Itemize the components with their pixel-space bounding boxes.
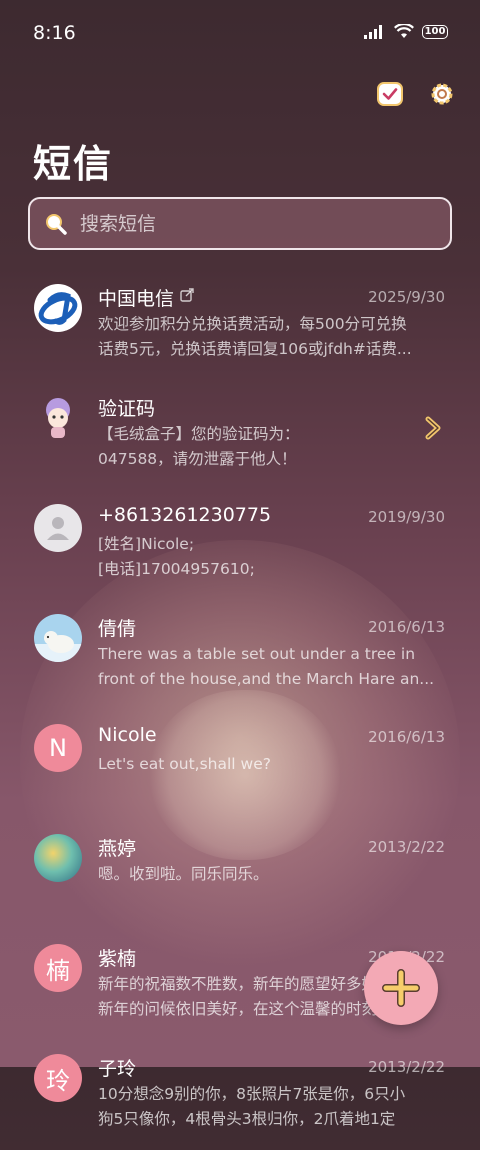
wifi-icon (394, 24, 414, 38)
conversation-name: Nicole (98, 724, 157, 746)
conversation-name: 紫楠 (98, 948, 137, 970)
top-actions (374, 78, 458, 110)
status-bar: 8:16 100 (0, 0, 480, 68)
conversation-name: 验证码 (98, 398, 156, 420)
page-title: 短信 (33, 142, 114, 186)
conversation-name: 倩倩 (98, 618, 137, 640)
settings-button[interactable] (426, 78, 458, 110)
conversation-name: +8613261230775 (98, 504, 272, 526)
conversation-item-yanting[interactable]: 燕婷 2013/2/22 嗯。收到啦。同乐同乐。 (0, 820, 480, 930)
conversation-name: 中国电信 (98, 284, 194, 311)
conversation-item-verification[interactable]: 验证码 【毛绒盒子】您的验证码为： 047588，请勿泄露于他人！ (0, 380, 480, 490)
person-icon (47, 517, 69, 540)
conversation-name: 燕婷 (98, 838, 137, 860)
conversation-snippet: Let's eat out,shall we? (98, 755, 271, 773)
conversation-snippet: 10分想念9别的你，8张照片7张是你，6只小 狗5只像你，4根骨头3根归你，2爪… (98, 1085, 406, 1128)
search-icon (46, 213, 67, 235)
conversation-item-china-telecom[interactable]: 中国电信 2025/9/30 欢迎参加积分兑换话费活动，每500分可兑换 话费5… (0, 270, 480, 380)
plus-icon (382, 969, 420, 1007)
china-telecom-logo (34, 284, 82, 332)
conversation-item-phone[interactable]: +8613261230775 2019/9/30 [姓名]Nicole; [电话… (0, 490, 480, 600)
conversation-date: 2025/9/30 (368, 288, 445, 306)
battery-level: 100 (424, 26, 446, 37)
new-message-button[interactable] (364, 951, 438, 1025)
status-time: 8:16 (33, 22, 76, 44)
conversation-snippet: 欢迎参加积分兑换话费活动，每500分可兑换 话费5元，兑换话费请回复106或jf… (98, 315, 412, 358)
conversation-date: 2013/2/22 (368, 838, 445, 856)
conversation-snippet: 【毛绒盒子】您的验证码为： 047588，请勿泄露于他人！ (98, 425, 300, 468)
letter-avatar: 楠 (34, 944, 82, 992)
conversation-item-nicole[interactable]: N Nicole 2016/6/13 Let's eat out,shall w… (0, 710, 480, 820)
polar-bear-avatar (34, 614, 82, 662)
default-contact-avatar (34, 504, 82, 552)
conversation-date: 2019/9/30 (368, 508, 445, 526)
search-input[interactable] (78, 211, 422, 236)
conversation-date: 2016/6/13 (368, 728, 445, 746)
conversation-item-qianqian[interactable]: 倩倩 2016/6/13 There was a table set out u… (0, 600, 480, 710)
search-bar[interactable] (28, 197, 452, 250)
external-link-icon (180, 288, 194, 302)
plush-toy-avatar (34, 394, 82, 442)
edit-check-button[interactable] (374, 78, 406, 110)
conversation-date: 2013/2/22 (368, 1058, 445, 1076)
conversation-item-ziling[interactable]: 玲 子玲 2013/2/22 10分想念9别的你，8张照片7张是你，6只小 狗5… (0, 1040, 480, 1150)
signal-icon (364, 24, 382, 39)
checkbox-icon (377, 82, 403, 106)
conversation-name: 子玲 (98, 1058, 137, 1080)
letter-avatar: N (34, 724, 82, 772)
conversation-snippet: 嗯。收到啦。同乐同乐。 (98, 865, 269, 883)
conversation-snippet: There was a table set out under a tree i… (98, 645, 435, 688)
conversation-date: 2016/6/13 (368, 618, 445, 636)
gear-icon (431, 83, 453, 105)
painting-avatar (34, 834, 82, 882)
conversation-snippet: [姓名]Nicole; [电话]17004957610; (98, 535, 255, 578)
chevron-right-icon[interactable] (423, 416, 443, 440)
status-icons: 100 (364, 24, 448, 39)
letter-avatar: 玲 (34, 1054, 82, 1102)
battery-icon: 100 (422, 24, 448, 39)
